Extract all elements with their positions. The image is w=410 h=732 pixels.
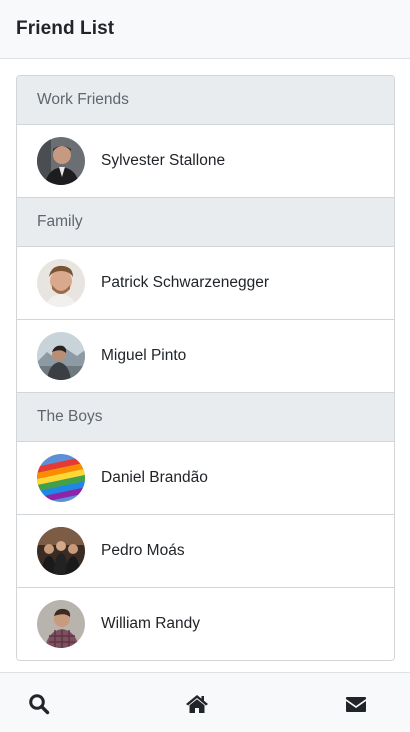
avatar: [37, 259, 85, 307]
friend-name: William Randy: [101, 615, 201, 632]
envelope-icon: [346, 696, 366, 712]
friend-name: Sylvester Stallone: [101, 152, 226, 169]
friend-name: Pedro Moás: [101, 542, 185, 559]
bottom-nav: [0, 672, 410, 732]
messages-button[interactable]: [343, 691, 369, 717]
group-header-the-boys: The Boys: [17, 393, 394, 442]
group-header-work-friends: Work Friends: [17, 76, 394, 125]
friend-item[interactable]: Patrick Schwarzenegger: [17, 247, 394, 320]
friend-item[interactable]: Miguel Pinto: [17, 320, 394, 393]
rainbow-flag-avatar: [37, 454, 85, 502]
friend-name: Miguel Pinto: [101, 347, 187, 364]
app: Friend List Work Friends Sylvester Stall…: [0, 0, 410, 732]
friend-name: Patrick Schwarzenegger: [101, 274, 269, 291]
friend-item[interactable]: Daniel Brandão: [17, 442, 394, 515]
avatar: [37, 527, 85, 575]
friend-item[interactable]: Pedro Moás: [17, 515, 394, 588]
search-button[interactable]: [26, 691, 52, 717]
avatar: [37, 332, 85, 380]
group-header-family: Family: [17, 198, 394, 247]
friend-list: Work Friends Sylvester Stallone Family P…: [16, 75, 395, 661]
page-title: Friend List: [16, 18, 115, 39]
home-icon: [186, 695, 208, 713]
friend-item[interactable]: Sylvester Stallone: [17, 125, 394, 198]
top-bar: Friend List: [0, 0, 410, 59]
avatar: [37, 600, 85, 648]
home-button[interactable]: [184, 691, 210, 717]
friend-item[interactable]: William Randy: [17, 588, 394, 660]
search-icon: [29, 694, 50, 715]
avatar: [37, 137, 85, 185]
friend-name: Daniel Brandão: [101, 469, 208, 486]
